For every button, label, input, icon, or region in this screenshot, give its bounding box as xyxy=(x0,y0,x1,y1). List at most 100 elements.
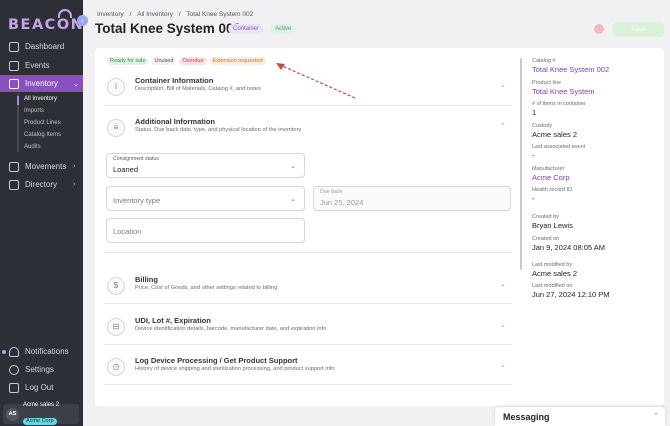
detail-items: # of items in container 1 xyxy=(532,101,586,117)
detail-label: Last modified by xyxy=(532,262,573,268)
detail-label: Product line xyxy=(532,80,562,86)
document-icon: ≡ xyxy=(107,119,125,137)
user-name: Acme sales 2 xyxy=(23,401,60,408)
detail-catalog: Catalog # Total Knee System 002 xyxy=(532,58,609,74)
detail-label: Last modified on xyxy=(532,283,573,289)
calendar-icon xyxy=(9,60,19,71)
sidebar-item-notifications[interactable]: Notifications xyxy=(0,343,83,360)
chevron-down-icon: ⌄ xyxy=(73,80,79,88)
divider xyxy=(105,384,512,385)
chevron-down-icon: ⌄ xyxy=(290,163,296,170)
breadcrumb-separator: / xyxy=(178,11,181,18)
beacon-logo[interactable]: BEACON xyxy=(8,9,83,35)
sidebar-item-directory[interactable]: Directory › xyxy=(0,176,83,193)
detail-value: Acme sales 2 xyxy=(532,130,578,139)
chevron-right-icon: › xyxy=(73,181,76,188)
sidebar-subitem-product-lines[interactable]: Product Lines xyxy=(24,120,61,126)
sidebar-item-label: Settings xyxy=(25,365,54,374)
sidebar-item-dashboard[interactable]: Dashboard xyxy=(0,38,83,55)
detail-label: # of items in container xyxy=(532,101,586,107)
detail-label: Catalog # xyxy=(532,58,556,64)
logout-icon xyxy=(9,382,19,393)
alert-icon[interactable] xyxy=(594,24,604,34)
tag-ready-for-sale: Ready for sale xyxy=(107,57,149,65)
chevron-up-icon[interactable]: ⌃ xyxy=(500,122,506,130)
detail-value: Acme sales 2 xyxy=(532,269,578,278)
sidebar-item-label: Notifications xyxy=(25,347,69,356)
chevron-down-icon[interactable]: ⌄ xyxy=(500,321,506,329)
field-placeholder: Inventory type xyxy=(113,196,161,205)
detail-health-record: Health record ID - xyxy=(532,187,572,203)
chevron-up-icon[interactable]: ⌃ xyxy=(653,412,659,420)
due-back-field[interactable]: Due back Jun 25, 2024 xyxy=(313,186,511,211)
field-value: Loaned xyxy=(113,165,139,174)
divider xyxy=(105,303,512,304)
chevron-down-icon[interactable]: ⌄ xyxy=(500,361,506,369)
avatar: AS xyxy=(6,407,19,421)
breadcrumb-item[interactable]: All Inventory xyxy=(137,11,173,18)
section-title: UDI, Lot #, Expiration xyxy=(135,316,211,325)
detail-label: Created by xyxy=(532,214,559,220)
manufacturer-link[interactable]: Acme Corp xyxy=(532,173,570,182)
inventory-type-select[interactable]: Inventory type ⌄ xyxy=(106,186,305,211)
sidebar-item-logout[interactable]: Log Out xyxy=(0,379,83,396)
sidebar-item-inventory[interactable]: Inventory ⌄ xyxy=(0,75,83,92)
chevron-down-icon[interactable]: ⌄ xyxy=(500,81,506,89)
section-description: Status, Due back date, type, and physica… xyxy=(135,127,302,133)
user-profile[interactable]: AS Acme sales 2 Acme Corp xyxy=(3,401,79,425)
divider xyxy=(105,105,512,106)
sidebar-subitem-catalog-items[interactable]: Catalog Items xyxy=(24,132,61,138)
gear-icon xyxy=(9,364,19,375)
dashboard-icon xyxy=(9,41,19,52)
consignment-status-select[interactable]: Consignment status Loaned ⌄ xyxy=(106,153,305,178)
detail-value: - xyxy=(532,194,535,203)
bell-icon xyxy=(9,346,19,357)
sidebar-item-events[interactable]: Events xyxy=(0,57,83,74)
field-label: Due back xyxy=(320,189,342,195)
tag-extension-requested: Extension requested xyxy=(209,57,266,65)
org-badge: Acme Corp xyxy=(23,417,57,425)
sidebar-subitem-imports[interactable]: Imports xyxy=(24,108,44,114)
detail-manufacturer: Manufacturer Acme Corp xyxy=(532,166,570,182)
catalog-link[interactable]: Total Knee System 002 xyxy=(532,65,609,74)
section-description: Description, Bill of Materials, Catalog … xyxy=(135,86,261,92)
section-description: Device identification details, barcode, … xyxy=(135,326,327,332)
detail-product-line: Product line Total Knee System xyxy=(532,80,595,96)
sidebar-subitem-audits[interactable]: Audits xyxy=(24,144,41,150)
sidebar-item-label: Log Out xyxy=(25,383,54,392)
product-line-link[interactable]: Total Knee System xyxy=(532,87,595,96)
detail-value: Jun 27, 2024 12:10 PM xyxy=(532,290,610,299)
breadcrumb-current: Total Knee System 002 xyxy=(186,11,254,18)
breadcrumb-item[interactable]: Inventory xyxy=(97,11,124,18)
chevron-down-icon[interactable]: ⌄ xyxy=(500,280,506,288)
sidebar-item-settings[interactable]: Settings xyxy=(0,361,83,378)
chevron-right-icon: › xyxy=(73,163,76,170)
status-tags: Ready for sale Unused Overdue Extension … xyxy=(107,57,266,65)
scrollbar[interactable] xyxy=(520,58,522,270)
section-description: History of device shipping and steriliza… xyxy=(135,366,335,372)
detail-value: Bryan Lewis xyxy=(532,221,573,230)
submenu-active-marker xyxy=(17,96,19,105)
save-button[interactable]: Save xyxy=(613,22,664,37)
detail-label: Last associated event xyxy=(532,144,586,150)
collapse-sidebar-button[interactable]: ‹ xyxy=(77,15,88,26)
sidebar-item-label: Movements xyxy=(25,162,67,171)
barcode-icon: ⊟ xyxy=(107,318,125,336)
sidebar-item-label: Directory xyxy=(25,180,58,189)
detail-label: Custody xyxy=(532,123,553,129)
detail-label: Health record ID xyxy=(532,187,573,193)
sidebar-subitem-all-inventory[interactable]: All Inventory xyxy=(24,96,57,102)
container-chip: Container xyxy=(228,24,265,34)
logo-signal-icon xyxy=(58,9,72,18)
location-input[interactable]: Location xyxy=(106,218,305,243)
chevron-down-icon: ⌄ xyxy=(290,196,296,203)
section-title: Log Device Processing / Get Product Supp… xyxy=(135,356,298,365)
sidebar-item-movements[interactable]: Movements › xyxy=(0,158,83,175)
messaging-panel[interactable]: Messaging ⌃ xyxy=(495,407,665,426)
section-title: Billing xyxy=(135,275,158,284)
breadcrumb-separator: / xyxy=(129,11,132,18)
detail-label: Manufacturer xyxy=(532,166,565,172)
sidebar: BEACON Dashboard Events Inventory ⌄ All … xyxy=(0,0,83,426)
field-value: Jun 25, 2024 xyxy=(320,198,364,207)
clock-icon: ◷ xyxy=(107,358,125,376)
